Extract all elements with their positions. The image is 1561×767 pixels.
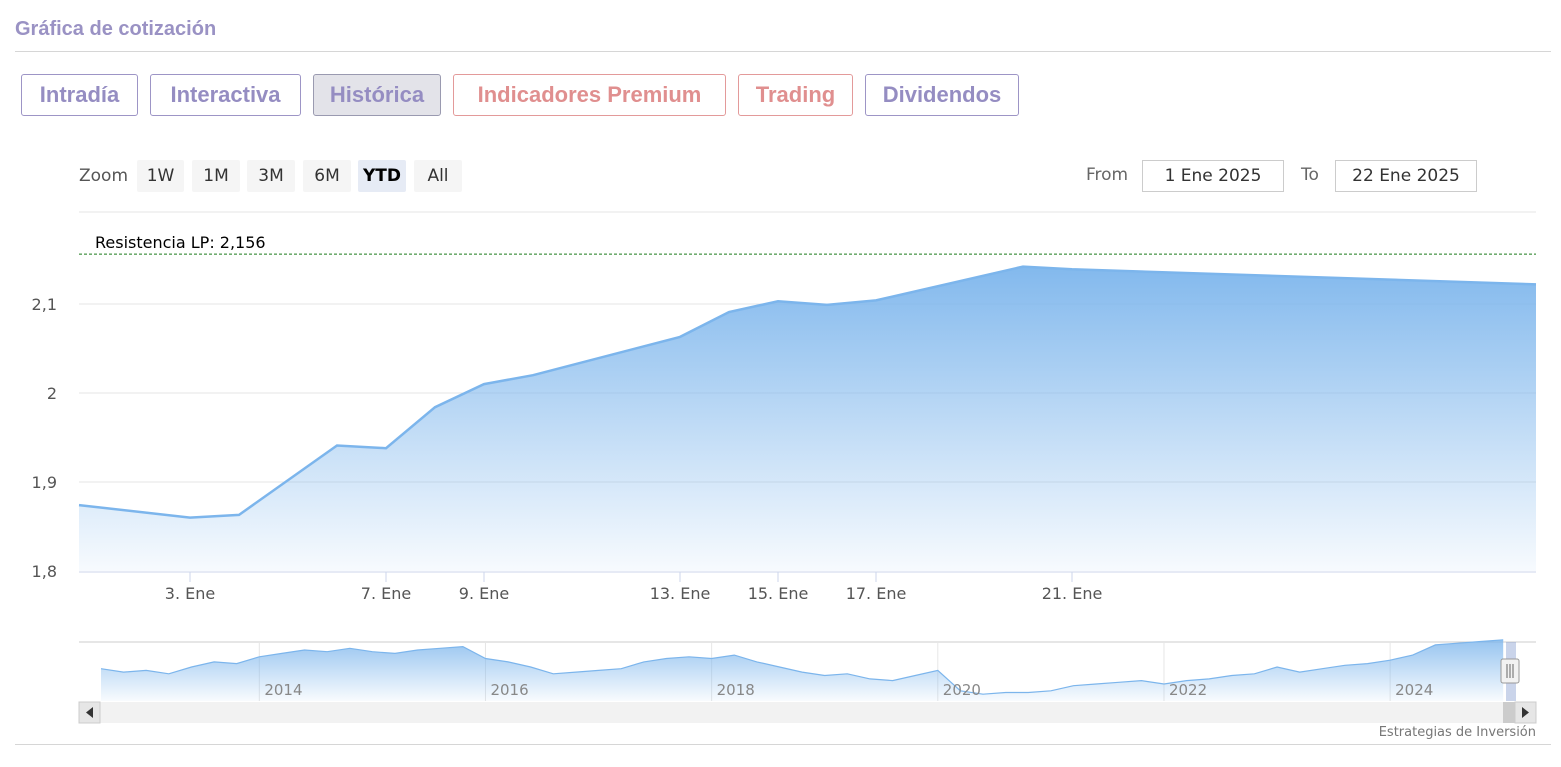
- navigator-year-label: 2022: [1169, 681, 1207, 699]
- scrollbar-track: [79, 702, 1536, 723]
- x-tick-label: 15. Ene: [748, 584, 809, 603]
- credits-label: Estrategias de Inversión: [1378, 725, 1536, 740]
- y-axis: 2,1 2 1,9 1,8: [32, 295, 57, 581]
- y-tick-label: 2,1: [32, 295, 57, 314]
- scroll-right-button[interactable]: [1514, 701, 1537, 724]
- x-tick-label: 7. Ene: [361, 584, 411, 603]
- navigator-year-label: 2020: [943, 681, 981, 699]
- navigator[interactable]: 2014 2016 2018 2020 2022 2024: [79, 639, 1536, 701]
- price-area: [79, 266, 1536, 571]
- y-tick-label: 1,8: [32, 562, 57, 581]
- x-tick-label: 13. Ene: [650, 584, 711, 603]
- y-tick-label: 2: [47, 384, 57, 403]
- bottom-divider: [15, 744, 1551, 745]
- x-tick-label: 21. Ene: [1042, 584, 1103, 603]
- scroll-left-button[interactable]: [78, 701, 101, 724]
- scrollbar[interactable]: [78, 701, 1537, 724]
- resistance-label: Resistencia LP: 2,156: [95, 233, 266, 252]
- y-tick-label: 1,9: [32, 473, 57, 492]
- navigator-year-label: 2018: [717, 681, 755, 699]
- navigator-year-label: 2016: [490, 681, 528, 699]
- x-tick-label: 17. Ene: [846, 584, 907, 603]
- navigator-handle[interactable]: [1500, 658, 1520, 684]
- navigator-year-label: 2014: [264, 681, 302, 699]
- x-tick-label: 9. Ene: [459, 584, 509, 603]
- navigator-year-label: 2024: [1395, 681, 1433, 699]
- price-chart[interactable]: 2,1 2 1,9 1,8 Resistencia LP: 2,156 3. Ene 7…: [0, 0, 1561, 767]
- x-tick-label: 3. Ene: [165, 584, 215, 603]
- x-axis: 3. Ene 7. Ene 9. Ene 13. Ene 15. Ene 17. Ene 2…: [165, 572, 1103, 603]
